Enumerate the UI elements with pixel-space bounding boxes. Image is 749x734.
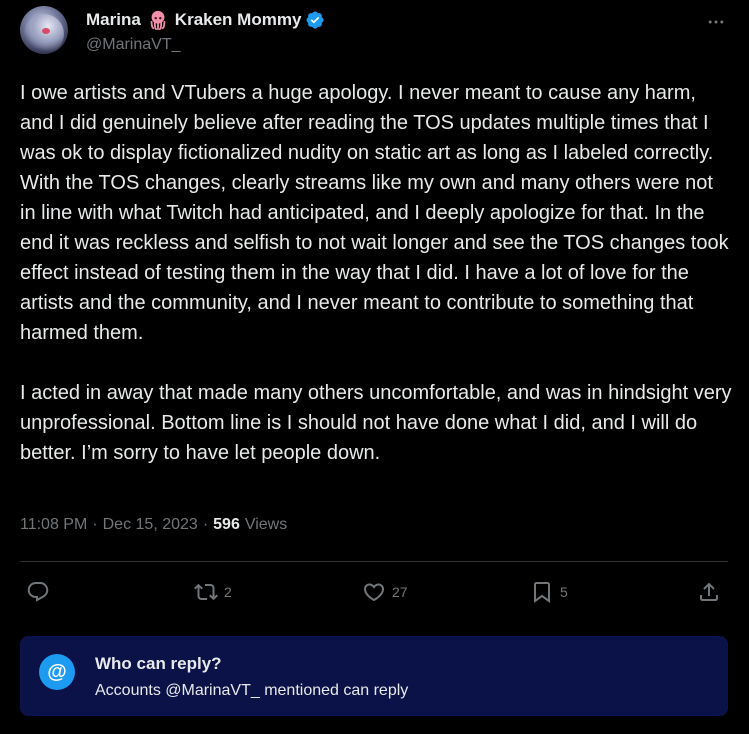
author-name-suffix[interactable]: Kraken Mommy: [175, 10, 302, 30]
tweet-paragraph: I acted in away that made many others un…: [20, 382, 732, 464]
tweet-date[interactable]: Dec 15, 2023: [103, 516, 198, 534]
bookmark-icon: [534, 582, 550, 603]
verified-badge-icon[interactable]: [305, 10, 325, 30]
author-name-row[interactable]: Marina Kraken Mommy: [86, 9, 325, 31]
meta-separator: ·: [92, 516, 98, 533]
avatar[interactable]: [20, 6, 68, 54]
reply-restriction-subtitle: Accounts @MarinaVT_ mentioned can reply: [95, 682, 409, 699]
action-bar: 2 27 5: [20, 574, 728, 610]
reply-restriction-box: @ Who can reply? Accounts @MarinaVT_ men…: [20, 636, 728, 716]
tweet: Marina Kraken Mommy @MarinaVT_ I owe art…: [0, 0, 749, 734]
tweet-body: I owe artists and VTubers a huge apology…: [20, 78, 732, 468]
retweet-count: 2: [224, 584, 232, 600]
retweet-icon: [194, 583, 218, 601]
reply-button[interactable]: [26, 574, 56, 610]
tweet-paragraph: I owe artists and VTubers a huge apology…: [20, 82, 729, 344]
reply-icon: [27, 582, 49, 602]
bookmark-button[interactable]: 5: [530, 574, 568, 610]
like-count: 27: [392, 584, 408, 600]
share-icon: [700, 582, 718, 601]
avatar-eye: [42, 28, 50, 34]
at-sign-icon: @: [39, 654, 75, 690]
divider: [20, 561, 728, 562]
like-button[interactable]: 27: [362, 574, 408, 610]
reply-restriction-title: Who can reply?: [95, 654, 222, 673]
share-button[interactable]: [697, 574, 721, 610]
retweet-button[interactable]: 2: [194, 574, 232, 610]
tweet-time[interactable]: 11:08 PM: [20, 516, 87, 534]
author-name[interactable]: Marina: [86, 10, 141, 30]
squid-icon: [150, 10, 166, 31]
bookmark-count: 5: [560, 584, 568, 600]
tweet-meta: 11:08 PM · Dec 15, 2023 · 596 Views: [20, 516, 287, 534]
author-handle[interactable]: @MarinaVT_: [86, 36, 181, 54]
more-icon: [708, 20, 724, 24]
avatar-hair: [24, 14, 64, 54]
more-options-button[interactable]: [704, 10, 728, 34]
heart-icon: [363, 583, 385, 602]
views-label: Views: [244, 516, 288, 533]
meta-separator: ·: [202, 516, 209, 533]
views-count[interactable]: 596: [213, 516, 240, 534]
